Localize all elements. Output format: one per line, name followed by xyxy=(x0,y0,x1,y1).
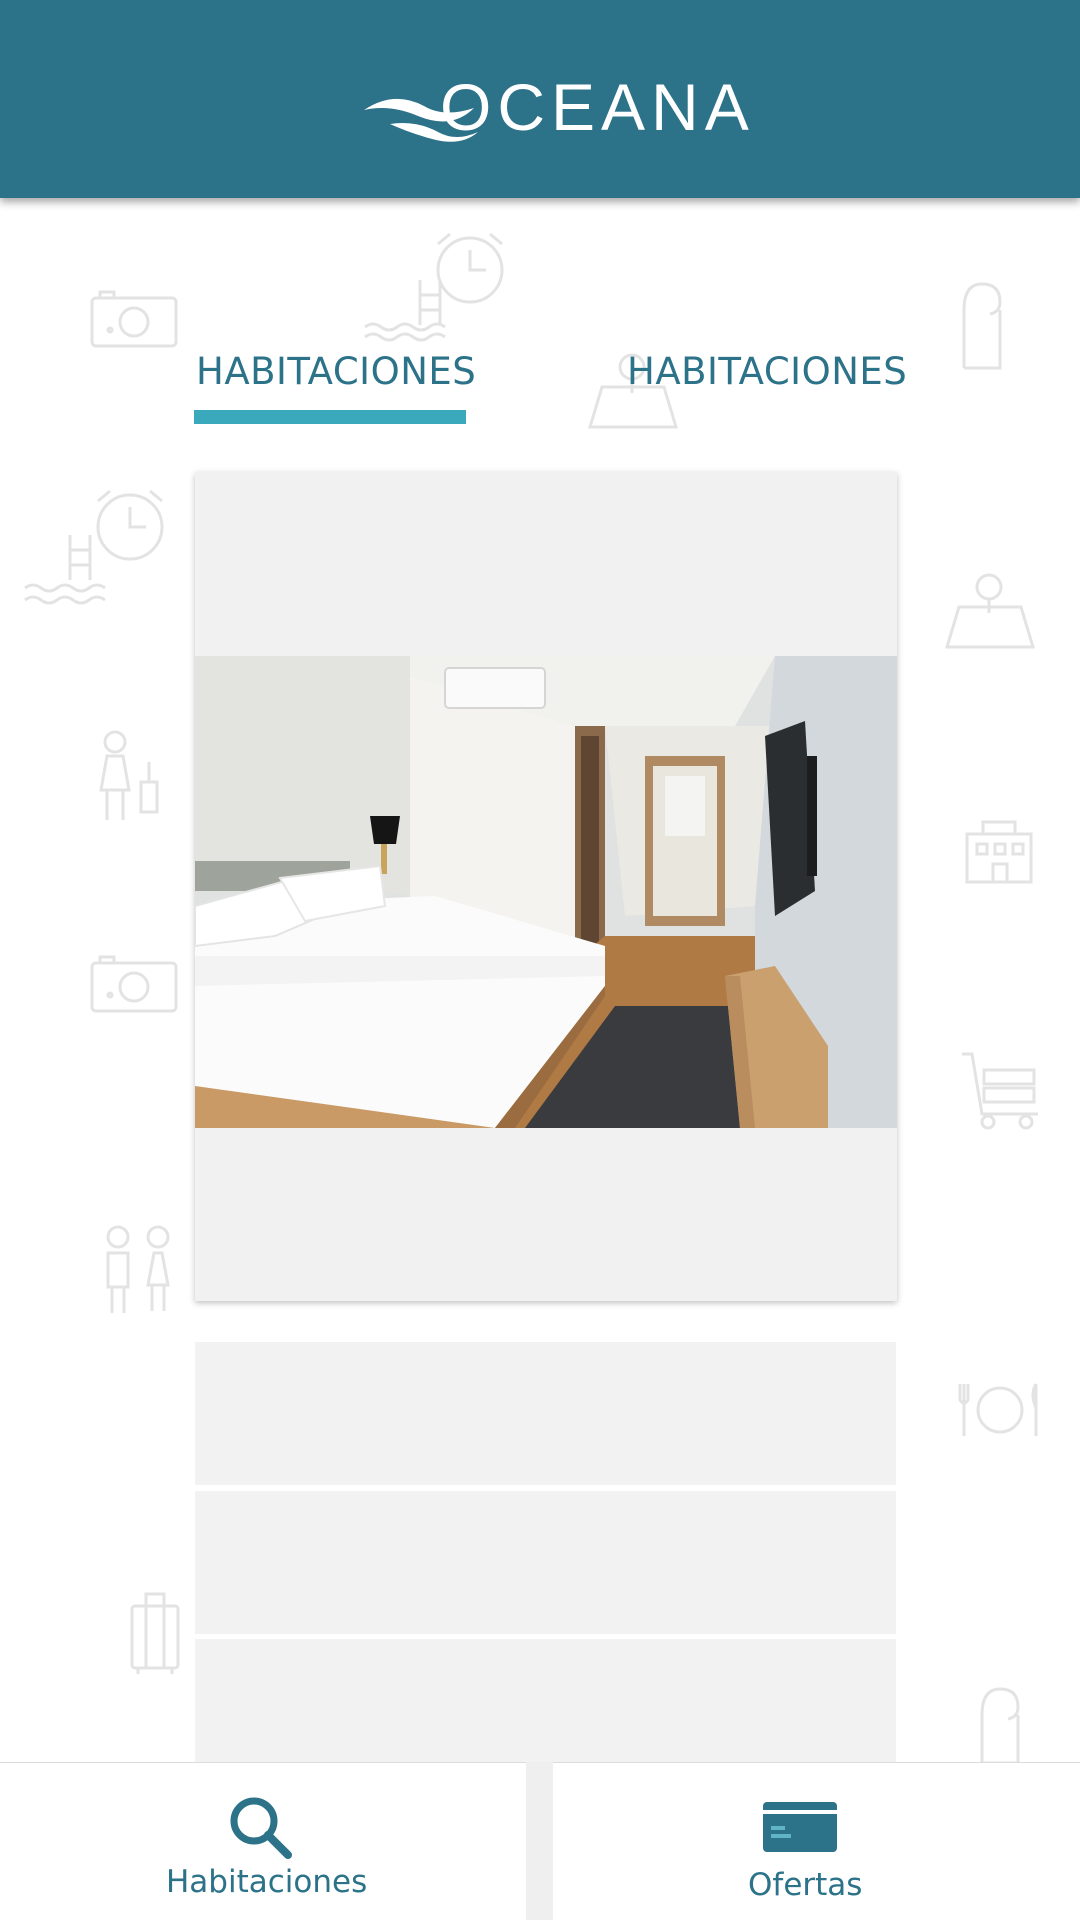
list-item[interactable] xyxy=(195,1491,896,1634)
alarm-clock-icon xyxy=(430,228,510,308)
oceana-logo: OCEANA xyxy=(360,62,749,152)
suitcase-icon xyxy=(128,1590,183,1675)
map-icon-2 xyxy=(945,565,1035,650)
room-photo xyxy=(195,656,897,1128)
tab-habitaciones-1[interactable]: HABITACIONES xyxy=(196,350,476,393)
dining-icon xyxy=(958,1380,1043,1440)
camera-icon xyxy=(90,290,180,350)
nav-divider xyxy=(526,1762,553,1920)
door-hanger-icon xyxy=(960,280,1005,370)
person-luggage-icon xyxy=(95,730,165,825)
building-icon xyxy=(965,820,1035,885)
nav-label-habitaciones: Habitaciones xyxy=(166,1864,368,1900)
tab-habitaciones-2[interactable]: HABITACIONES xyxy=(627,350,907,393)
list-item[interactable] xyxy=(195,1639,896,1782)
nav-item-ofertas[interactable]: Ofertas xyxy=(553,1762,1080,1921)
nav-item-habitaciones[interactable]: Habitaciones xyxy=(0,1762,526,1921)
credit-card-icon xyxy=(763,1802,837,1852)
nav-label-ofertas: Ofertas xyxy=(748,1867,863,1903)
bottom-nav: Habitaciones Ofertas xyxy=(0,1762,1080,1921)
luggage-cart-icon xyxy=(960,1050,1040,1130)
brand-name: OCEANA xyxy=(440,70,755,144)
camera-icon-2 xyxy=(90,955,180,1015)
people-icon xyxy=(100,1225,180,1315)
app-header: OCEANA xyxy=(0,0,1080,198)
door-hanger-icon-2 xyxy=(978,1685,1023,1765)
search-icon xyxy=(230,1797,292,1859)
list-item[interactable] xyxy=(195,1342,896,1485)
pool-icon-2 xyxy=(20,530,120,605)
room-card[interactable] xyxy=(195,472,897,1301)
tab-selected-indicator xyxy=(194,410,466,424)
